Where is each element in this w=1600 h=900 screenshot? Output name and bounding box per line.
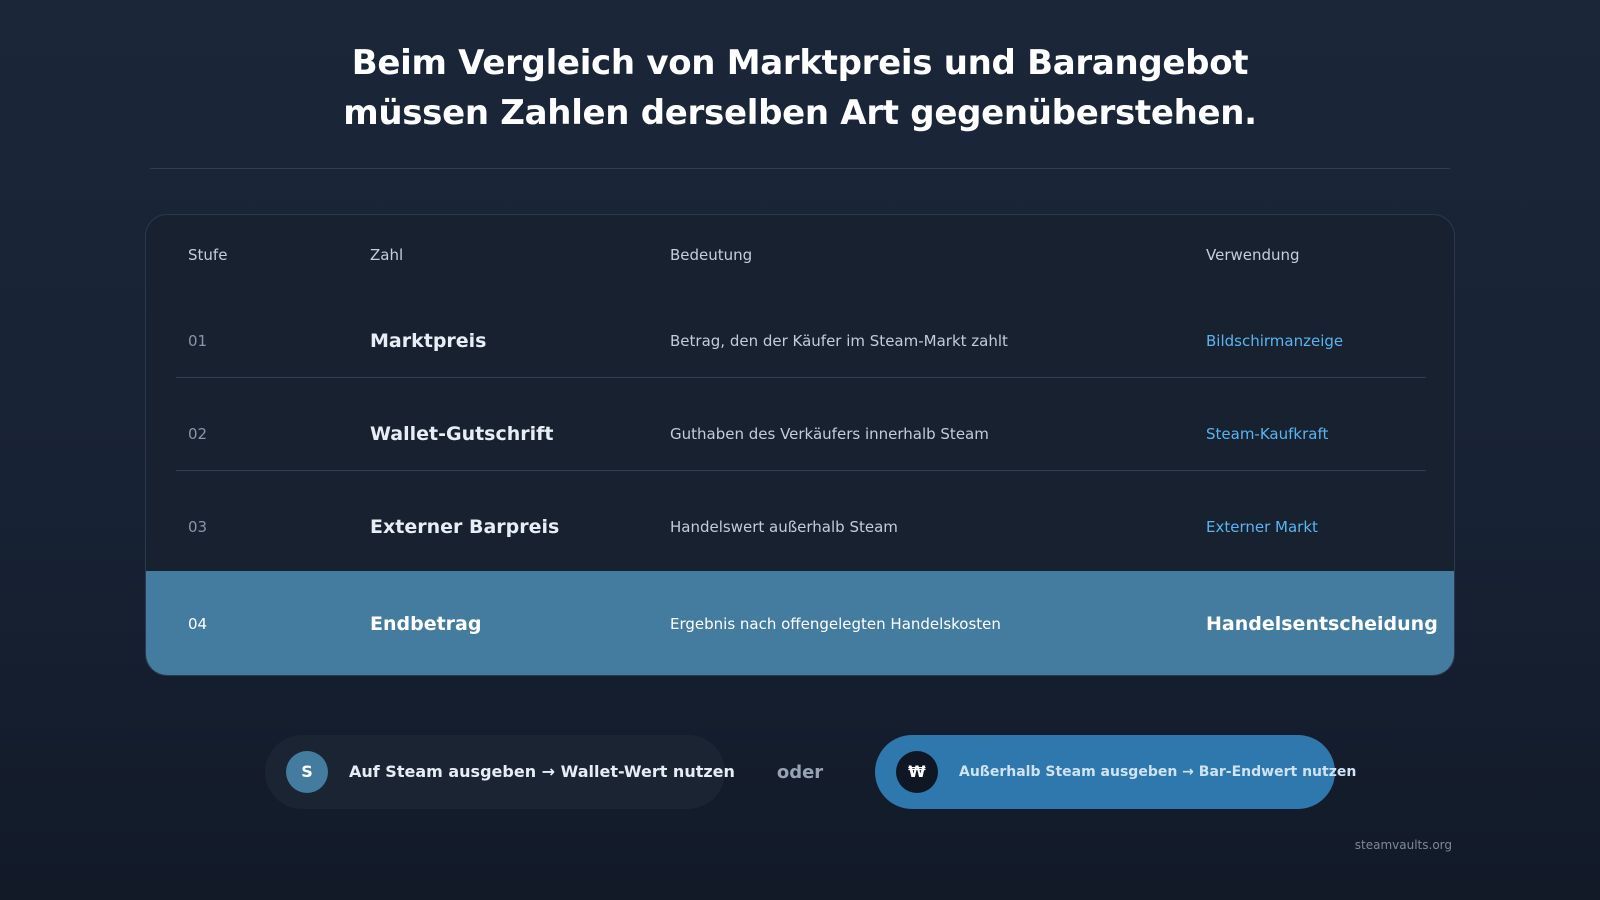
row-number: Externer Barpreis [370,515,560,538]
row-usage-link[interactable]: Steam-Kaufkraft [1206,425,1328,443]
row-usage-link[interactable]: Bildschirmanzeige [1206,332,1343,350]
row-usage: Handelsentscheidung [1206,613,1438,635]
row-step: 02 [188,424,208,443]
row-divider [176,377,1426,378]
table-row: 02 Wallet-Gutschrift Guthaben des Verkäu… [146,386,1454,481]
header-meaning: Bedeutung [670,246,753,264]
comparison-table: Stufe Zahl Bedeutung Verwendung 01 Markt… [145,214,1455,676]
table-row-highlighted: 04 Endbetrag Ergebnis nach offengelegten… [146,571,1454,675]
row-meaning: Guthaben des Verkäufers innerhalb Steam [670,424,989,443]
row-usage-link[interactable]: Externer Markt [1206,518,1318,536]
page-title-line-1: Beim Vergleich von Marktpreis und Barang… [351,43,1249,83]
steam-s-icon: S [286,751,328,793]
row-step: 04 [188,615,208,633]
row-divider [176,470,1426,471]
title-divider [150,168,1450,169]
row-step: 01 [188,331,208,350]
or-separator: oder [776,762,824,783]
row-number: Marktpreis [370,329,487,352]
header-number: Zahl [370,246,404,264]
spend-on-steam-option[interactable]: S Auf Steam ausgeben → Wallet-Wert nutze… [265,735,735,809]
header-usage: Verwendung [1206,246,1300,264]
spend-on-steam-label: Auf Steam ausgeben → Wallet-Wert nutzen [349,762,735,781]
header-step: Stufe [188,246,228,264]
footer-site: steamvaults.org [1354,838,1452,852]
row-meaning: Handelswert außerhalb Steam [670,517,898,536]
spend-outside-steam-option[interactable]: ₩ Außerhalb Steam ausgeben → Bar-Endwert… [875,735,1356,809]
row-step: 03 [188,517,208,536]
page-title-line-2: müssen Zahlen derselben Art gegenüberste… [343,93,1257,133]
currency-icon: ₩ [896,751,938,793]
table-row: 03 Externer Barpreis Handelswert außerha… [146,479,1454,574]
table-row: 01 Marktpreis Betrag, den der Käufer im … [146,293,1454,388]
page-title: Beim Vergleich von Marktpreis und Barang… [0,38,1600,138]
spend-outside-steam-label: Außerhalb Steam ausgeben → Bar-Endwert n… [959,764,1357,780]
row-number: Endbetrag [370,613,482,635]
row-meaning: Betrag, den der Käufer im Steam-Markt za… [670,331,1008,350]
row-number: Wallet-Gutschrift [370,422,554,445]
row-meaning: Ergebnis nach offengelegten Handelskoste… [670,615,1001,633]
